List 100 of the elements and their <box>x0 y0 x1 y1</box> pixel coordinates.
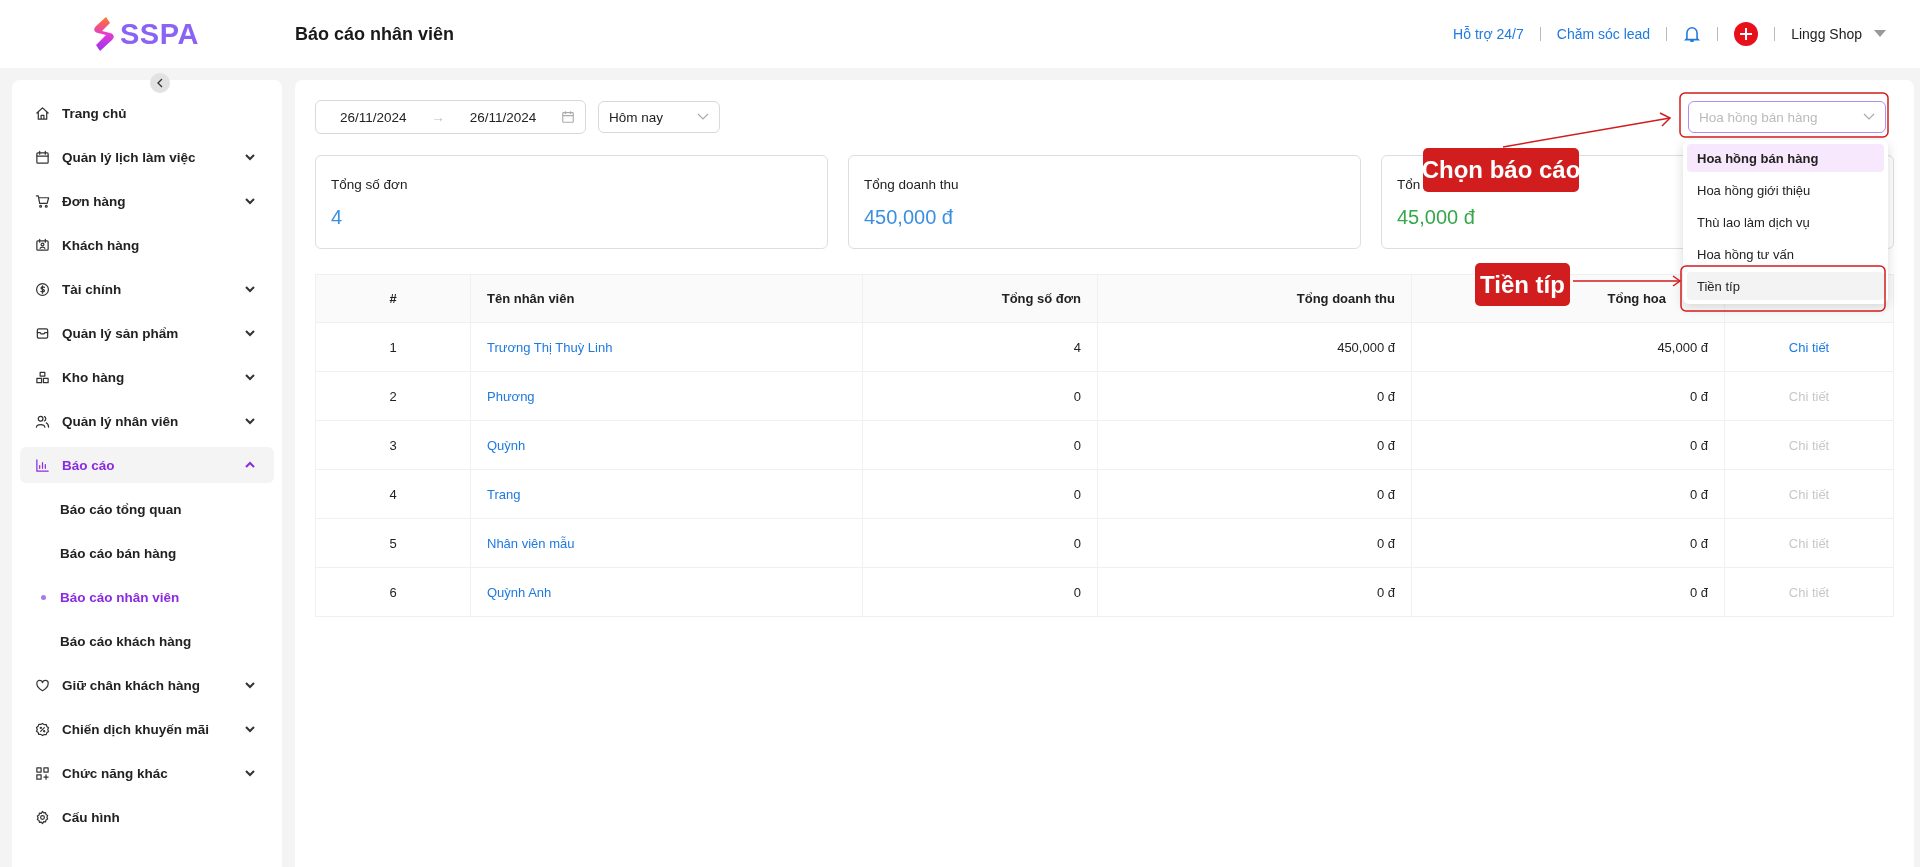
table-cell: 0 đ <box>1097 371 1412 421</box>
callout: Tiền típ <box>1475 263 1570 306</box>
sidebar-subitem[interactable]: Báo cáo nhân viên <box>20 579 274 615</box>
sidebar-subitem[interactable]: Báo cáo bán hàng <box>20 535 274 571</box>
card-value: 4 <box>331 206 343 229</box>
table-cell: 0 đ <box>1411 469 1725 519</box>
chevron-down-icon <box>697 113 709 121</box>
employee-link[interactable]: Trương Thị Thuỳ Linh <box>487 339 613 355</box>
menu-item[interactable]: Thù lao làm dịch vụ <box>1687 208 1884 236</box>
card-value: 45,000 đ <box>1397 206 1475 229</box>
sidebar-item[interactable]: Báo cáo <box>20 447 274 483</box>
table-cell: 0 <box>862 420 1098 470</box>
chevron-down-icon <box>244 283 256 295</box>
table-cell: 0 đ <box>1411 567 1725 617</box>
sidebar-subitem[interactable]: Báo cáo khách hàng <box>20 623 274 659</box>
sidebar-item[interactable]: Quản lý sản phẩm <box>20 315 274 351</box>
detail-link[interactable]: Chi tiết <box>1788 339 1830 355</box>
home-icon <box>35 105 50 121</box>
table-cell: 3 <box>315 420 471 470</box>
warehouse-icon <box>35 369 50 385</box>
chevron-down-icon <box>244 679 256 691</box>
dollar-icon <box>35 281 50 297</box>
sidebar-subitem[interactable]: Báo cáo tổng quan <box>20 491 274 527</box>
table-cell: 0 đ <box>1411 518 1725 568</box>
chevron-down-icon <box>244 195 256 207</box>
box-icon <box>35 325 50 341</box>
date-text: 26/11/2024 <box>340 109 407 125</box>
column-header: Tên nhân viên <box>470 274 863 323</box>
table-cell: 0 đ <box>1097 420 1412 470</box>
table-cell: 4 <box>315 469 471 519</box>
logo-text: SSPA <box>120 17 199 51</box>
caret-icon[interactable] <box>1874 30 1886 38</box>
sidebar-item[interactable]: Chiến dịch khuyến mãi <box>20 711 274 747</box>
apps-icon <box>35 765 50 781</box>
menu-item[interactable]: Tiền típ <box>1687 272 1884 300</box>
table-cell: 0 <box>862 567 1098 617</box>
sidebar-item[interactable]: Kho hàng <box>20 359 274 395</box>
table-cell: 0 đ <box>1411 371 1725 421</box>
sidebar-item[interactable]: Đơn hàng <box>20 183 274 219</box>
calendar-icon <box>561 110 575 124</box>
date-text: 26/11/2024 <box>469 109 537 125</box>
table-cell: 0 đ <box>1097 567 1412 617</box>
settings-icon <box>35 809 50 825</box>
sidebar-item[interactable]: Giữ chân khách hàng <box>20 667 274 703</box>
table-cell: 5 <box>315 518 471 568</box>
chevron-down-icon <box>244 371 256 383</box>
sidebar-item[interactable]: Tài chính <box>20 271 274 307</box>
table-cell: 0 đ <box>1097 518 1412 568</box>
chevron-down-icon <box>1863 113 1875 121</box>
chevron-left-icon <box>156 78 164 88</box>
menu-item[interactable]: Hoa hồng giới thiệu <box>1687 176 1884 204</box>
range-arrow: → <box>431 109 445 125</box>
sidebar-item[interactable]: Quản lý lịch làm việc <box>20 139 274 175</box>
chevron-down-icon <box>244 415 256 427</box>
table-cell: 0 <box>862 371 1098 421</box>
period-dropdown[interactable]: Hôm nay <box>598 101 720 133</box>
chevron-down-icon <box>244 151 256 163</box>
sidebar-item[interactable]: Cấu hình <box>20 799 274 835</box>
menu-item[interactable]: Hoa hồng tư vấn <box>1687 240 1884 268</box>
add-button[interactable] <box>1734 22 1759 46</box>
contact-card-icon <box>35 237 50 253</box>
card-label: Tổn <box>1397 177 1421 192</box>
column-header: Tổng doanh thu <box>1097 274 1412 323</box>
bell-icon[interactable] <box>1683 25 1702 43</box>
table-cell: 0 <box>862 518 1098 568</box>
chevron-down-icon <box>244 767 256 779</box>
calendar-icon <box>35 149 50 165</box>
table-cell: 0 đ <box>1097 469 1412 519</box>
menu-item[interactable]: Hoa hồng bán hàng <box>1687 144 1884 172</box>
header-link[interactable]: Chăm sóc lead <box>1556 26 1651 42</box>
logo-icon <box>94 17 114 51</box>
table-cell: 45,000 đ <box>1411 322 1725 372</box>
table-cell: 450,000 đ <box>1097 322 1412 372</box>
chevron-down-icon <box>244 327 256 339</box>
table-cell: 0 đ <box>1411 420 1725 470</box>
collapse-button[interactable] <box>150 73 170 93</box>
column-header: # <box>315 274 471 323</box>
chart-icon <box>35 457 50 473</box>
shop-name[interactable]: Lingg Shop <box>1791 26 1862 42</box>
callout: Chọn báo cáo <box>1423 148 1579 192</box>
discount-icon <box>35 721 50 737</box>
column-header: Tổng số đơn <box>862 274 1098 323</box>
table-cell: 6 <box>315 567 471 617</box>
people-icon <box>35 413 50 429</box>
page-title: Báo cáo nhân viên <box>295 23 455 45</box>
table-cell: 0 <box>862 469 1098 519</box>
sidebar-item[interactable]: Chức năng khác <box>20 755 274 791</box>
table-cell: 2 <box>315 371 471 421</box>
cart-icon <box>35 193 50 209</box>
card-label: Tổng số đơn <box>331 177 408 192</box>
date-range-field[interactable]: 26/11/2024 → 26/11/2024 <box>315 100 586 134</box>
sidebar-item[interactable]: Quản lý nhân viên <box>20 403 274 439</box>
sidebar-item[interactable]: Trang chủ <box>20 95 274 131</box>
table-cell: 4 <box>862 322 1098 372</box>
header-link[interactable]: Hỗ trợ 24/7 <box>1453 26 1524 42</box>
card-value: 450,000 đ <box>864 206 953 229</box>
sidebar-item[interactable]: Khách hàng <box>20 227 274 263</box>
chevron-down-icon <box>244 723 256 735</box>
table-cell: 1 <box>315 322 471 372</box>
card-label: Tổng doanh thu <box>864 177 959 192</box>
